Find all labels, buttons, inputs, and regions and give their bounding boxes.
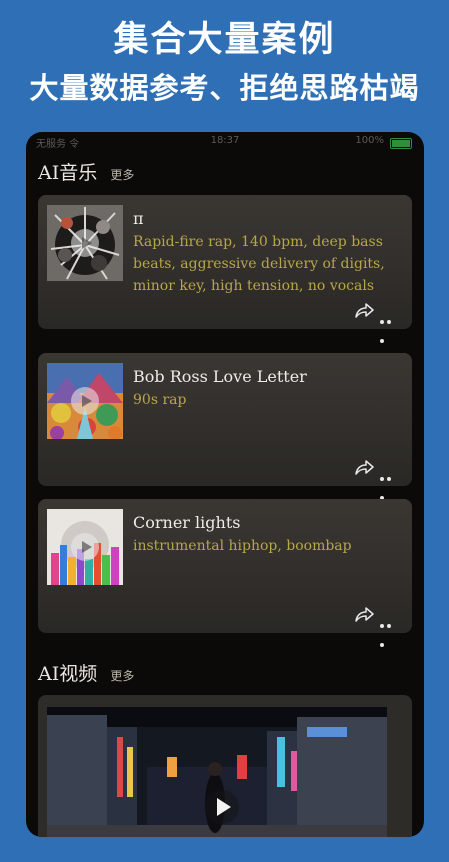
play-icon[interactable] <box>71 387 99 415</box>
play-icon[interactable] <box>71 533 99 561</box>
song-title: π <box>133 209 144 228</box>
battery-icon <box>390 138 412 149</box>
song-description: Rapid-fire rap, 140 bpm, deep bass beats… <box>133 234 385 294</box>
video-card[interactable] <box>38 695 412 837</box>
song-title: Corner lights <box>133 513 241 532</box>
promo-title: 集合大量案例 <box>113 20 336 60</box>
status-bar: 无服务 令 18:37 100% <box>26 132 424 152</box>
song-thumbnail[interactable] <box>47 509 123 585</box>
more-options-icon[interactable] <box>380 466 400 500</box>
battery-percent: 100% <box>355 135 384 146</box>
song-thumbnail[interactable] <box>47 205 123 281</box>
video-section-header: AI视频 更多 <box>38 659 134 689</box>
song-title: Bob Ross Love Letter <box>133 367 307 386</box>
music-section-title: AI音乐 <box>38 162 98 184</box>
song-card[interactable]: π Rapid-fire rap, 140 bpm, deep bass bea… <box>38 195 412 343</box>
phone-screen: 无服务 令 18:37 100% AI音乐 更多 π Rapid-fire ra… <box>26 132 424 837</box>
share-icon[interactable] <box>354 605 374 623</box>
music-more-link[interactable]: 更多 <box>110 166 134 183</box>
share-icon[interactable] <box>354 301 374 319</box>
share-icon[interactable] <box>354 458 374 476</box>
more-options-icon[interactable] <box>380 309 400 343</box>
more-options-icon[interactable] <box>380 613 400 647</box>
video-more-link[interactable]: 更多 <box>110 667 134 684</box>
play-icon[interactable] <box>71 229 99 257</box>
video-play-icon[interactable] <box>205 790 239 824</box>
song-card[interactable]: Corner lights instrumental hiphop, boomb… <box>38 499 412 647</box>
video-section-title: AI视频 <box>38 663 98 685</box>
song-thumbnail[interactable] <box>47 363 123 439</box>
video-thumbnail[interactable] <box>47 707 387 837</box>
music-section-header: AI音乐 更多 <box>38 158 134 188</box>
promo-subtitle: 大量数据参考、拒绝思路枯竭 <box>29 71 420 105</box>
song-description: 90s rap <box>133 392 187 408</box>
song-card[interactable]: Bob Ross Love Letter 90s rap <box>38 353 412 500</box>
song-description: instrumental hiphop, boombap <box>133 538 352 554</box>
